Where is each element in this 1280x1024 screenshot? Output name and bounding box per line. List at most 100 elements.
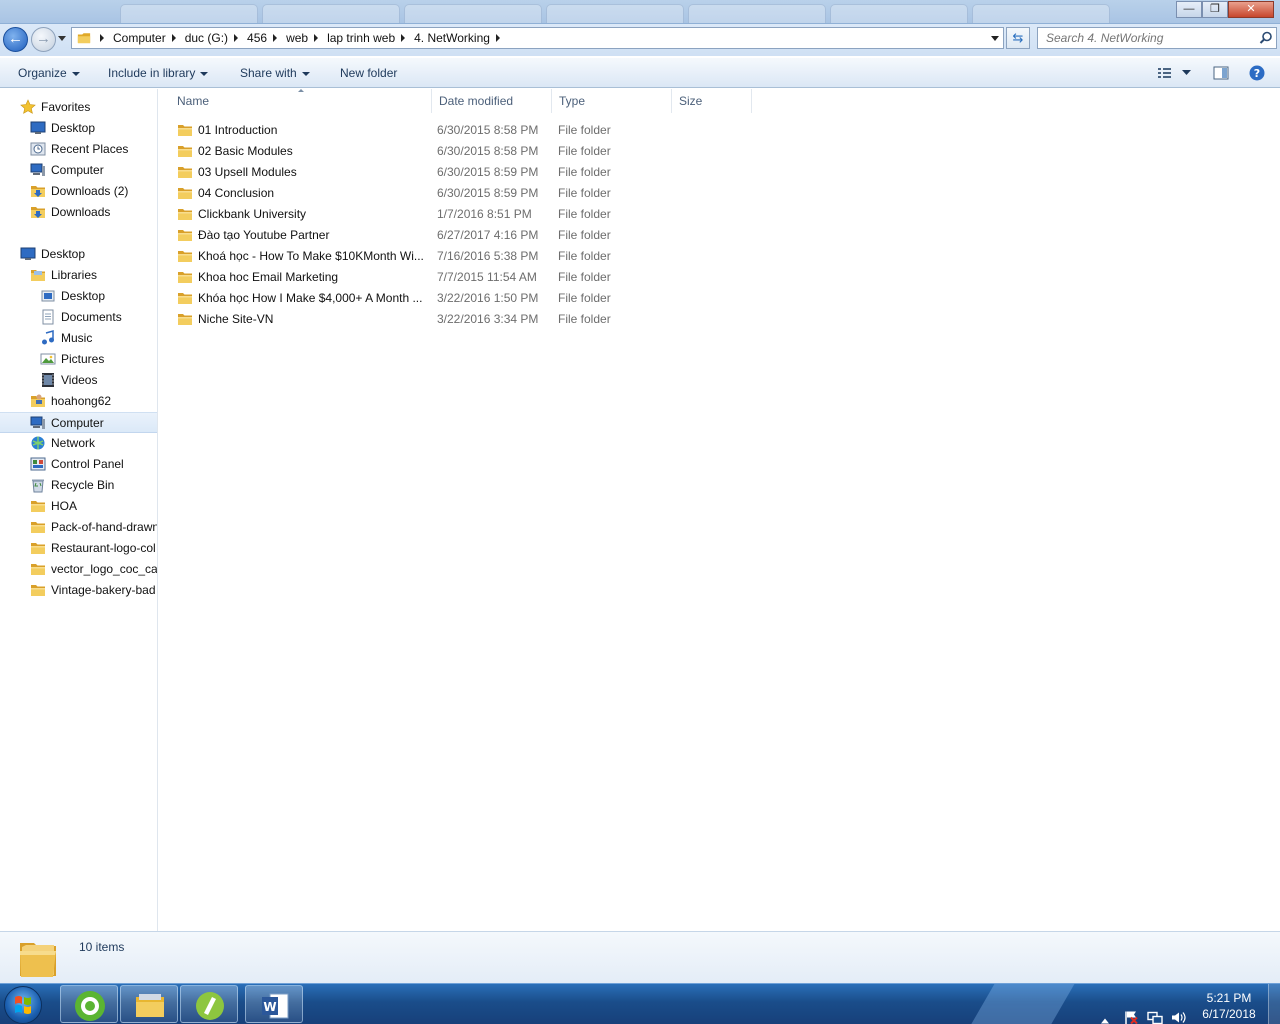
breadcrumb-chevron-icon[interactable]: [495, 34, 500, 42]
file-row[interactable]: 03 Upsell Modules 6/30/2015 8:59 PM File f…: [171, 161, 751, 182]
nav-item[interactable]: Computer: [0, 412, 157, 433]
taskbar-app-word[interactable]: W: [245, 985, 303, 1023]
nav-item[interactable]: Documents: [0, 307, 157, 328]
background-tab: [546, 4, 684, 23]
nav-item[interactable]: Libraries: [0, 265, 157, 286]
column-size[interactable]: Size: [672, 89, 752, 113]
nav-item[interactable]: Pictures: [0, 349, 157, 370]
file-type: File folder: [558, 144, 611, 158]
folder-icon: [178, 314, 192, 325]
preview-pane-icon[interactable]: [1213, 65, 1229, 81]
documents-icon: [42, 309, 54, 325]
help-icon[interactable]: ?: [1249, 65, 1265, 81]
recent-pages-dropdown[interactable]: [58, 36, 66, 41]
breadcrumb-chevron-icon[interactable]: [171, 34, 176, 42]
file-row[interactable]: Khoá học - How To Make $10KMonth Wi... 7/…: [171, 245, 751, 266]
minimize-button[interactable]: —: [1176, 1, 1202, 18]
column-size-label: Size: [679, 94, 703, 108]
share-with-button[interactable]: Share with: [240, 66, 310, 80]
breadcrumb-item[interactable]: lap trinh web: [327, 31, 395, 45]
nav-item[interactable]: vector_logo_coc_caf: [0, 559, 157, 580]
folder-icon: [178, 125, 192, 136]
taskbar-app-coccoc[interactable]: [60, 985, 118, 1023]
include-in-library-label: Include in library: [108, 66, 196, 80]
file-row[interactable]: Niche Site-VN 3/22/2016 3:34 PM File folde…: [171, 308, 751, 329]
nav-item[interactable]: Desktop: [0, 286, 157, 307]
breadcrumb-item[interactable]: duc (G:): [185, 31, 228, 45]
file-row[interactable]: Khóa học How I Make $4,000+ A Month ... 3…: [171, 287, 751, 308]
desktop-icon: [20, 247, 36, 260]
address-bar[interactable]: Computer duc (G:) 456 web lap trinh web 4. Ne…: [71, 27, 1004, 49]
file-type: File folder: [558, 165, 611, 179]
nav-item[interactable]: Recent Places: [0, 139, 157, 160]
maximize-button[interactable]: ❐: [1202, 1, 1228, 18]
nav-item[interactable]: Vintage-bakery-bad: [0, 580, 157, 601]
desktop-icon: [30, 121, 46, 134]
taskbar-app-explorer[interactable]: [120, 985, 178, 1023]
file-date-modified: 3/22/2016 3:34 PM: [437, 312, 539, 326]
breadcrumb-chevron-icon[interactable]: [234, 34, 239, 42]
nav-item[interactable]: HOA: [0, 496, 157, 517]
file-row[interactable]: Đào tạo Youtube Partner 6/27/2017 4:16 PM…: [171, 224, 751, 245]
start-button[interactable]: [4, 986, 42, 1024]
chevron-down-icon: [200, 71, 209, 76]
organize-button[interactable]: Organize: [18, 66, 80, 80]
file-row[interactable]: 01 Introduction 6/30/2015 8:58 PM File fol…: [171, 119, 751, 140]
include-in-library-button[interactable]: Include in library: [108, 66, 209, 80]
breadcrumb-chevron-icon[interactable]: [273, 34, 278, 42]
nav-item[interactable]: Network: [0, 433, 157, 454]
action-center-flag-icon[interactable]: [1123, 997, 1139, 1024]
nav-item-label: Desktop: [51, 121, 96, 135]
search-input[interactable]: [1038, 28, 1253, 48]
file-name: Clickbank University: [198, 207, 307, 221]
taskbar-app-coreldraw[interactable]: [180, 985, 238, 1023]
refresh-button[interactable]: ⇆: [1006, 27, 1030, 49]
nav-item[interactable]: Downloads: [0, 202, 157, 223]
show-desktop-button[interactable]: [1268, 984, 1280, 1024]
chevron-down-icon[interactable]: [1182, 70, 1191, 76]
view-options-icon[interactable]: [1157, 65, 1173, 81]
nav-item[interactable]: Favorites: [0, 97, 157, 118]
organize-label: Organize: [18, 66, 67, 80]
search-icon[interactable]: [1259, 31, 1273, 45]
nav-item[interactable]: Recycle Bin: [0, 475, 157, 496]
new-folder-button[interactable]: New folder: [340, 66, 397, 80]
nav-item[interactable]: hoahong62: [0, 391, 157, 412]
breadcrumb-item[interactable]: 4. NetWorking: [414, 31, 490, 45]
file-row[interactable]: 02 Basic Modules 6/30/2015 8:58 PM File fo…: [171, 140, 751, 161]
nav-item[interactable]: Desktop: [0, 244, 157, 265]
breadcrumb-chevron-icon[interactable]: [314, 34, 319, 42]
nav-item[interactable]: Videos: [0, 370, 157, 391]
back-button[interactable]: ←: [3, 27, 28, 52]
address-history-dropdown[interactable]: [991, 36, 999, 41]
nav-item-label: Network: [51, 436, 96, 450]
network-icon[interactable]: [1147, 997, 1163, 1024]
nav-item[interactable]: Pack-of-hand-drawn: [0, 517, 157, 538]
breadcrumb-item[interactable]: web: [286, 31, 308, 45]
file-row[interactable]: 04 Conclusion 6/30/2015 8:59 PM File folde…: [171, 182, 751, 203]
breadcrumb-chevron-icon[interactable]: [100, 34, 104, 42]
file-row[interactable]: Clickbank University 1/7/2016 8:51 PM File…: [171, 203, 751, 224]
nav-item[interactable]: Desktop: [0, 118, 157, 139]
file-type: File folder: [558, 186, 611, 200]
breadcrumb-item[interactable]: Computer: [113, 31, 166, 45]
nav-item[interactable]: Restaurant-logo-col: [0, 538, 157, 559]
navigation-pane: Favorites Desktop Recent Places Computer Dow…: [0, 89, 158, 931]
volume-icon[interactable]: [1171, 997, 1187, 1024]
nav-item[interactable]: Control Panel: [0, 454, 157, 475]
column-date-modified[interactable]: Date modified: [432, 89, 552, 113]
folder-icon: [178, 146, 192, 157]
show-hidden-icons-icon[interactable]: [1100, 1000, 1110, 1024]
system-clock[interactable]: 5:21 PM 6/17/2018: [1196, 990, 1262, 1022]
nav-item[interactable]: Computer: [0, 160, 157, 181]
music-icon: [42, 330, 54, 345]
close-button[interactable]: ✕: [1228, 1, 1274, 18]
column-type[interactable]: Type: [552, 89, 672, 113]
forward-button[interactable]: →: [31, 27, 56, 52]
breadcrumb-item[interactable]: 456: [247, 31, 267, 45]
nav-item[interactable]: Downloads (2): [0, 181, 157, 202]
column-name[interactable]: Name: [170, 89, 432, 113]
nav-item[interactable]: Music: [0, 328, 157, 349]
file-row[interactable]: Khoa hoc Email Marketing 7/7/2015 11:54 A…: [171, 266, 751, 287]
breadcrumb-chevron-icon[interactable]: [401, 34, 406, 42]
